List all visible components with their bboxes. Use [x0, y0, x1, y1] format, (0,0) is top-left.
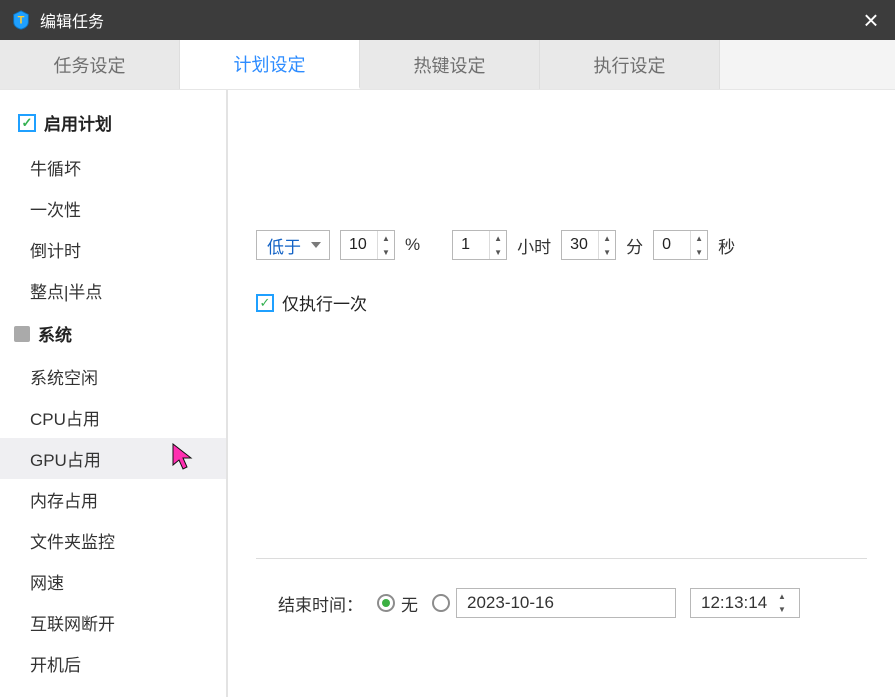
hours-spinner[interactable]: ▲ ▼	[452, 230, 507, 260]
mins-down-icon[interactable]: ▼	[599, 245, 615, 259]
sidebar-item-once[interactable]: 一次性	[0, 188, 226, 229]
sidebar-item-offline[interactable]: 互联网断开	[0, 602, 226, 643]
execute-once-label: 仅执行一次	[282, 290, 367, 315]
mins-input[interactable]	[562, 231, 598, 259]
percent-input[interactable]	[341, 231, 377, 259]
radio-on-icon	[377, 594, 395, 612]
sidebar-item-gpu[interactable]: GPU占用	[0, 438, 226, 479]
percent-down-icon[interactable]: ▼	[378, 245, 394, 259]
sidebar-item-countdown[interactable]: 倒计时	[0, 229, 226, 270]
sidebar-group-system-label: 系统	[38, 321, 72, 346]
title-bar: T 编辑任务 ×	[0, 0, 895, 40]
sidebar-item-sharp-half[interactable]: 整点|半点	[0, 270, 226, 311]
percent-spinner[interactable]: ▲ ▼	[340, 230, 395, 260]
hours-input[interactable]	[453, 231, 489, 259]
sidebar-item-mem[interactable]: 内存占用	[0, 479, 226, 520]
body: ✓ 启用计划 牛循坏 一次性 倒计时 整点|半点 系统 系统空闲 CPU占用 G…	[0, 90, 895, 697]
end-time-date-option[interactable]: 2023-10-16	[432, 588, 676, 618]
sidebar-item-boot[interactable]: 开机后	[0, 643, 226, 684]
svg-text:T: T	[18, 15, 25, 27]
check-icon: ✓	[18, 114, 36, 132]
secs-down-icon[interactable]: ▼	[691, 245, 707, 259]
end-time-value: 12:13:14	[701, 593, 767, 613]
sidebar: ✓ 启用计划 牛循坏 一次性 倒计时 整点|半点 系统 系统空闲 CPU占用 G…	[0, 90, 228, 697]
chevron-down-icon	[311, 242, 321, 248]
secs-up-icon[interactable]: ▲	[691, 231, 707, 245]
end-time-none-label: 无	[401, 591, 418, 616]
collapse-icon	[14, 326, 30, 342]
sidebar-item-folder[interactable]: 文件夹监控	[0, 520, 226, 561]
check-icon: ✓	[256, 294, 274, 312]
mins-unit: 分	[626, 233, 643, 258]
divider	[256, 558, 867, 559]
tab-filler	[720, 40, 895, 89]
enable-plan-label: 启用计划	[44, 110, 112, 135]
main-panel: 低于 ▲ ▼ % ▲ ▼ 小时	[228, 90, 895, 697]
hours-unit: 小时	[517, 233, 551, 258]
sidebar-item-half-loop[interactable]: 牛循坏	[0, 147, 226, 188]
hours-up-icon[interactable]: ▲	[490, 231, 506, 245]
radio-off-icon	[432, 594, 450, 612]
compare-dropdown-label: 低于	[267, 233, 301, 258]
tab-hotkey-settings[interactable]: 热键设定	[360, 40, 540, 89]
sidebar-group-system[interactable]: 系统	[0, 311, 226, 356]
end-time-field[interactable]: 12:13:14 ▲ ▼	[690, 588, 800, 618]
end-date-field[interactable]: 2023-10-16	[456, 588, 676, 618]
execute-once-checkbox[interactable]: ✓ 仅执行一次	[256, 290, 367, 315]
end-time-label: 结束时间：	[278, 591, 363, 616]
hours-down-icon[interactable]: ▼	[490, 245, 506, 259]
tab-bar: 任务设定 计划设定 热键设定 执行设定	[0, 40, 895, 90]
end-date-value: 2023-10-16	[467, 593, 554, 613]
end-time-none-option[interactable]: 无	[377, 591, 418, 616]
condition-row: 低于 ▲ ▼ % ▲ ▼ 小时	[256, 230, 735, 260]
enable-plan-checkbox[interactable]: ✓ 启用计划	[0, 106, 226, 147]
window-title: 编辑任务	[40, 8, 104, 32]
tab-task-settings[interactable]: 任务设定	[0, 40, 180, 89]
secs-input[interactable]	[654, 231, 690, 259]
close-button[interactable]: ×	[851, 0, 891, 40]
mins-spinner[interactable]: ▲ ▼	[561, 230, 616, 260]
compare-dropdown[interactable]: 低于	[256, 230, 330, 260]
sidebar-item-cpu[interactable]: CPU占用	[0, 397, 226, 438]
app-icon: T	[10, 9, 32, 31]
tab-exec-settings[interactable]: 执行设定	[540, 40, 720, 89]
tab-plan-settings[interactable]: 计划设定	[180, 40, 360, 89]
sidebar-item-net[interactable]: 网速	[0, 561, 226, 602]
secs-spinner[interactable]: ▲ ▼	[653, 230, 708, 260]
sidebar-item-idle[interactable]: 系统空闲	[0, 356, 226, 397]
percent-unit: %	[405, 235, 420, 255]
time-down-icon[interactable]: ▼	[775, 603, 789, 616]
end-time-row: 结束时间： 无 2023-10-16 12:13:14 ▲ ▼	[278, 588, 800, 618]
mins-up-icon[interactable]: ▲	[599, 231, 615, 245]
secs-unit: 秒	[718, 233, 735, 258]
time-up-icon[interactable]: ▲	[775, 590, 789, 603]
percent-up-icon[interactable]: ▲	[378, 231, 394, 245]
